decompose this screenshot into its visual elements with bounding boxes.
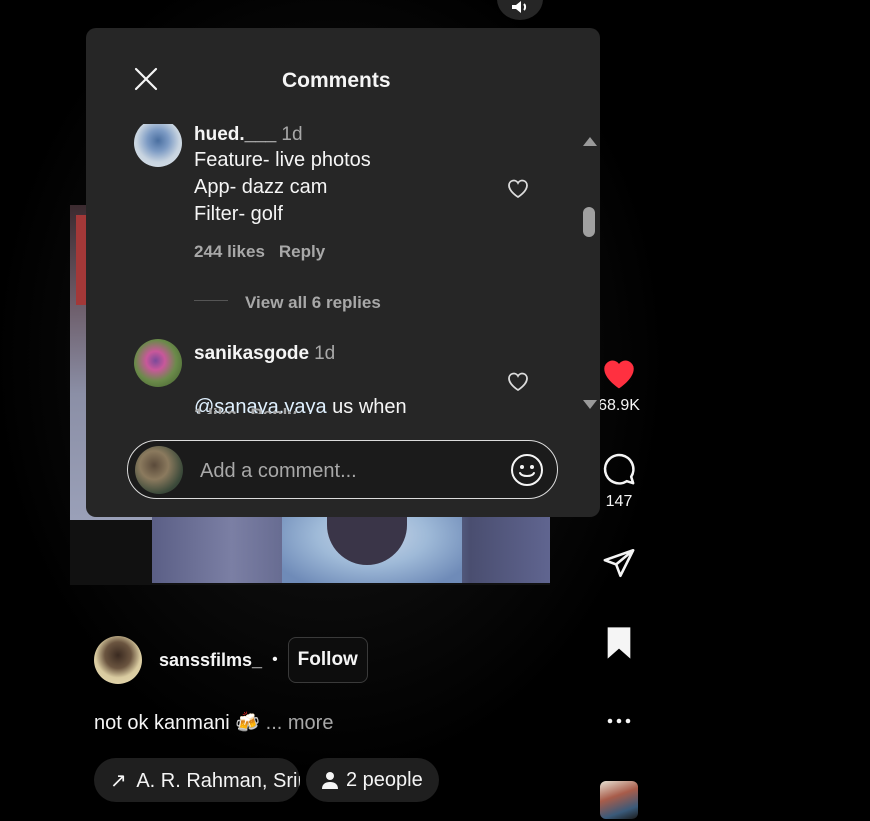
post-author-row: sanssfilms_ • Follow	[94, 636, 368, 684]
people-chip[interactable]: 2 people	[306, 758, 439, 802]
audio-thumbnail[interactable]	[600, 781, 638, 819]
author-username[interactable]: sanssfilms_	[159, 650, 262, 671]
comment-meta: 1 like Reply	[194, 405, 297, 414]
comment-username-text: hued.___	[194, 124, 277, 145]
comments-list: hued.___ 1d Feature- live photos App- daz…	[86, 124, 576, 414]
caption-more-link[interactable]: ... more	[266, 712, 334, 734]
more-options-button[interactable]	[596, 708, 642, 739]
comment-action[interactable]: 147	[596, 452, 642, 511]
comment-input[interactable]	[200, 456, 495, 486]
like-count: 68.9K	[598, 397, 640, 414]
more-icon	[607, 718, 631, 724]
comment-meta: 244 likes Reply	[194, 242, 325, 262]
comment-count: 147	[605, 493, 633, 510]
comment-avatar[interactable]	[134, 339, 182, 387]
share-action[interactable]	[596, 546, 642, 585]
comment-username[interactable]: sanikasgode 1d	[194, 343, 335, 365]
scroll-up-arrow-icon[interactable]	[583, 137, 597, 146]
view-replies-button[interactable]: View all 6 replies	[245, 293, 381, 313]
like-action[interactable]: 68.9K	[596, 354, 642, 415]
scrollbar-thumb[interactable]	[583, 207, 595, 237]
comment-text-body: us when	[326, 396, 407, 414]
smiley-icon	[511, 454, 543, 486]
comment-like-heart-icon[interactable]	[506, 177, 530, 199]
comments-title: Comments	[282, 69, 391, 92]
comment-likes[interactable]: 1 like	[194, 405, 237, 414]
separator-dot: •	[272, 651, 278, 668]
comment-username[interactable]: hued.___ 1d	[194, 124, 303, 146]
reel-video-bottom	[152, 515, 550, 583]
emoji-button[interactable]	[510, 453, 544, 487]
save-action[interactable]	[596, 626, 642, 665]
send-icon	[603, 548, 635, 578]
comments-scrollbar[interactable]	[578, 130, 600, 415]
close-comments-button[interactable]	[134, 67, 158, 91]
comment-text: Feature- live photos App- dazz cam Filte…	[194, 149, 371, 225]
people-chip-label: 2 people	[346, 768, 423, 791]
comment-like-heart-icon[interactable]	[506, 370, 530, 392]
person-icon	[322, 772, 338, 789]
comment-time: 1d	[281, 124, 303, 145]
comment-time: 1d	[314, 343, 336, 364]
bookmark-icon	[607, 627, 631, 659]
audio-chip[interactable]: ↗ A. R. Rahman, Srinidhi	[94, 758, 300, 802]
post-caption: not ok kanmani 🍻 ... more	[94, 710, 333, 735]
current-user-avatar	[135, 446, 183, 494]
audio-chip-label: ↗ A. R. Rahman, Srinidhi	[110, 769, 300, 792]
replies-divider	[194, 300, 228, 301]
speaker-icon	[512, 1, 527, 13]
author-avatar[interactable]	[94, 636, 142, 684]
scroll-down-arrow-icon[interactable]	[583, 400, 597, 409]
post-chips: ↗ A. R. Rahman, Srinidhi 2 people	[94, 758, 439, 802]
comment-username-text: sanikasgode	[194, 343, 310, 364]
comment-avatar[interactable]	[134, 124, 182, 167]
comment-likes[interactable]: 244 likes	[194, 242, 265, 261]
heart-filled-icon	[604, 360, 634, 389]
close-icon	[134, 67, 158, 91]
caption-text: not ok kanmani 🍻	[94, 712, 261, 734]
comment-reply-button[interactable]: Reply	[251, 405, 297, 414]
comment-icon	[603, 453, 635, 485]
follow-button[interactable]: Follow	[287, 637, 368, 683]
comment-reply-button[interactable]: Reply	[279, 242, 325, 261]
